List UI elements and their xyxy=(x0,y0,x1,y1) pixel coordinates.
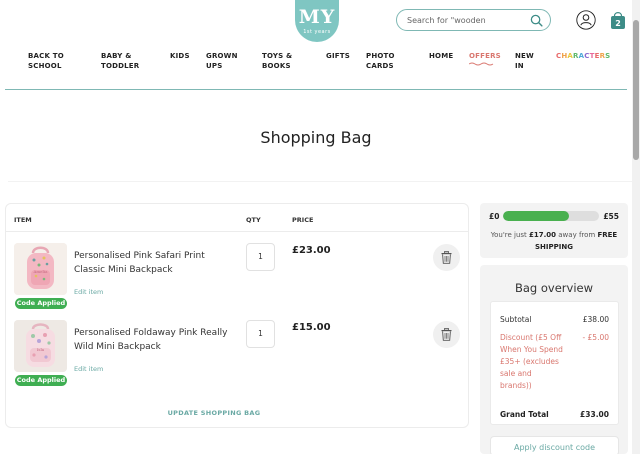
nav-label-line1: OFFERS xyxy=(469,52,501,60)
product-image[interactable]: Amelia xyxy=(14,243,67,295)
column-header-item: ITEM xyxy=(14,216,32,224)
item-price: £15.00 xyxy=(292,322,331,333)
quantity-input[interactable]: 1 xyxy=(246,243,275,271)
trash-icon xyxy=(441,251,452,264)
remove-item-button[interactable] xyxy=(433,244,460,271)
nav-item-characters[interactable]: CHARACTERS xyxy=(556,51,610,61)
free-shipping-progress: £0 £55 You're just £17.00 away from FREE… xyxy=(480,203,628,258)
nav-label-line1: BABY & xyxy=(101,52,132,60)
progress-bar xyxy=(503,211,599,221)
progress-bar-fill xyxy=(503,211,570,221)
nav-label-line2: BOOKS xyxy=(262,62,291,70)
nav-label-line1: NEW xyxy=(515,52,534,60)
progress-min-label: £0 xyxy=(489,212,500,221)
discount-value: - £5.00 xyxy=(582,333,609,342)
nav-label-line1: PHOTO xyxy=(366,52,395,60)
nav-label-line1: KIDS xyxy=(170,52,190,60)
bag-overview-panel: Bag overview Subtotal £38.00 Discount (£… xyxy=(480,265,628,454)
nav-label-line1: BACK TO xyxy=(28,52,64,60)
msg-amount: £17.00 xyxy=(529,231,557,239)
product-name-link[interactable]: Personalised Pink Safari Print Classic M… xyxy=(74,249,234,277)
pink-backpack-image: Amelia xyxy=(14,243,67,295)
apply-discount-code-button[interactable]: Apply discount code xyxy=(490,436,619,454)
cart-panel: ITEM QTY PRICE Amelia Code Applied Perso… xyxy=(5,203,469,428)
nav-label-line1: TOYS & xyxy=(262,52,293,60)
code-applied-badge: Code Applied xyxy=(15,375,67,386)
product-name-link[interactable]: Personalised Foldaway Pink Really Wild M… xyxy=(74,326,234,354)
scrollbar-thumb[interactable] xyxy=(633,20,639,160)
nav-label-line2: SCHOOL xyxy=(28,62,62,70)
nav-label-line1: GROWN xyxy=(206,52,238,60)
grand-total-label: Grand Total xyxy=(500,410,549,419)
search-bar[interactable] xyxy=(396,9,551,31)
cart-item-row: Isla Code Applied Personalised Foldaway … xyxy=(6,320,468,396)
nav-item-back-to-school[interactable]: BACK TO SCHOOL xyxy=(28,51,64,71)
shopping-bag-icon: 2 xyxy=(611,12,625,29)
page-scrollbar[interactable] xyxy=(632,0,640,454)
nav-item-gifts[interactable]: GIFTS xyxy=(326,51,350,61)
subtotal-value: £38.00 xyxy=(582,315,609,324)
nav-item-home[interactable]: HOME xyxy=(429,51,453,61)
free-shipping-message: You're just £17.00 away from FREE SHIPPI… xyxy=(484,229,624,253)
account-icon[interactable] xyxy=(576,10,596,30)
characters-letter: S xyxy=(605,52,611,60)
edit-item-link[interactable]: Edit item xyxy=(74,288,103,296)
page-title: Shopping Bag xyxy=(260,128,372,147)
nav-item-grown-ups[interactable]: GROWN UPS xyxy=(206,51,238,71)
code-applied-badge: Code Applied xyxy=(15,298,67,309)
header-divider xyxy=(6,231,468,232)
foldaway-backpack-image: Isla xyxy=(14,320,67,372)
edit-item-link[interactable]: Edit item xyxy=(74,365,103,373)
nav-item-toys-books[interactable]: TOYS & BOOKS xyxy=(262,51,292,71)
progress-max-label: £55 xyxy=(603,212,619,221)
logo-text: MY xyxy=(298,6,336,28)
remove-item-button[interactable] xyxy=(433,321,460,348)
update-shopping-bag-button[interactable]: UPDATE SHOPPING BAG xyxy=(6,409,422,417)
discount-label: Discount (£5 Off When You Spend £35+ (ex… xyxy=(500,333,563,390)
column-header-qty: QTY xyxy=(246,216,261,224)
product-image[interactable]: Isla xyxy=(14,320,67,372)
title-divider xyxy=(8,181,632,182)
nav-label-line2: IN xyxy=(515,62,524,70)
grand-total-value: £33.00 xyxy=(580,410,609,419)
nav-label-line2: TODDLER xyxy=(101,62,140,70)
search-input[interactable] xyxy=(407,13,527,28)
subtotal-label: Subtotal xyxy=(500,315,532,324)
shopping-bag-button[interactable]: 2 xyxy=(609,9,627,31)
offers-wave-underline xyxy=(469,62,494,66)
quantity-input[interactable]: 1 xyxy=(246,320,275,348)
nav-item-offers[interactable]: OFFERS xyxy=(469,51,501,66)
nav-item-baby-toddler[interactable]: BABY & TODDLER xyxy=(101,51,139,71)
cart-item-row: Amelia Code Applied Personalised Pink Sa… xyxy=(6,243,468,319)
nav-label-line2: UPS xyxy=(206,62,223,70)
svg-text:Amelia: Amelia xyxy=(33,269,49,274)
search-icon[interactable] xyxy=(530,14,543,27)
main-navigation: BACK TO SCHOOL BABY & TODDLER KIDS GROWN… xyxy=(0,40,632,78)
nav-label-line2: CARDS xyxy=(366,62,394,70)
nav-divider xyxy=(5,89,627,90)
nav-item-new-in[interactable]: NEW IN xyxy=(515,51,534,71)
totals-box: Subtotal £38.00 Discount (£5 Off When Yo… xyxy=(490,301,619,425)
trash-icon xyxy=(441,328,452,341)
nav-label-characters: CHARACTERS xyxy=(556,51,610,61)
msg-middle: away from xyxy=(556,231,598,239)
site-logo[interactable]: MY 1st years xyxy=(295,0,339,42)
nav-item-photo-cards[interactable]: PHOTO CARDS xyxy=(366,51,395,71)
column-header-price: PRICE xyxy=(292,216,314,224)
svg-text:Isla: Isla xyxy=(37,347,45,352)
nav-label-line1: HOME xyxy=(429,52,454,60)
logo-subtext: 1st years xyxy=(303,29,331,35)
item-price: £23.00 xyxy=(292,245,331,256)
nav-label-line1: GIFTS xyxy=(326,52,350,60)
bag-overview-title: Bag overview xyxy=(514,281,594,295)
bag-count-badge: 2 xyxy=(615,19,621,28)
nav-item-kids[interactable]: KIDS xyxy=(170,51,190,61)
msg-prefix: You're just xyxy=(490,231,530,239)
